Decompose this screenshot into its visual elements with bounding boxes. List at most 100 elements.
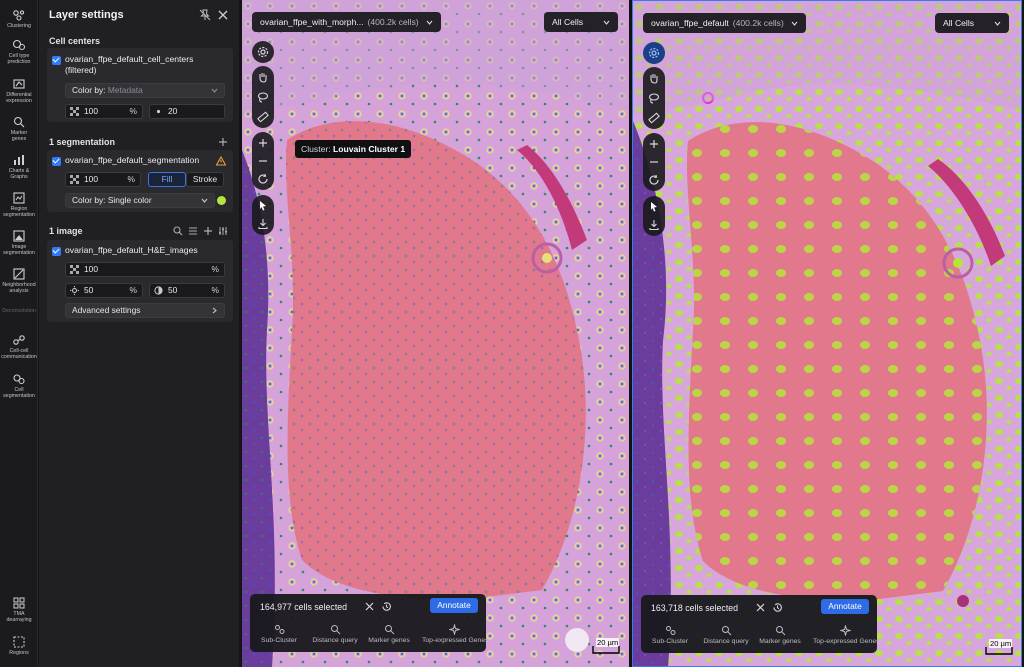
marker-genes-action[interactable]: Marker genes — [753, 625, 807, 645]
scale-bar-left: 20 µm — [592, 638, 620, 654]
analysis-tool-rail: Clustering Cell type prediction Differen… — [0, 0, 38, 667]
reset-view-button[interactable] — [252, 170, 274, 188]
rail-item-deconvolution: Deconvolution — [0, 308, 38, 314]
rail-item-neighborhood-analysis[interactable]: Neighborhood analysis — [0, 268, 38, 294]
dataset-name: ovarian_ffpe_default — [651, 18, 729, 28]
annotate-button[interactable]: Annotate — [821, 599, 869, 614]
cell-centers-color-by-select[interactable]: Color by: Metadata — [65, 83, 225, 98]
download-button[interactable] — [252, 215, 274, 233]
marker-genes-icon — [384, 625, 394, 635]
brightness-value: 50 — [84, 285, 94, 295]
zoom-in-button[interactable] — [643, 135, 665, 153]
right-viewer[interactable]: ovarian_ffpe_default (400.2k cells) All C… — [632, 0, 1022, 667]
zoom-out-button[interactable] — [252, 152, 274, 170]
sub-cluster-icon — [274, 625, 284, 634]
image-section-title: 1 image — [49, 226, 83, 236]
lasso-tool-button[interactable] — [643, 89, 665, 107]
sub-cluster-action[interactable]: Sub-Cluster — [643, 625, 697, 645]
distance-query-action[interactable]: Distance query — [699, 625, 753, 645]
rail-item-label: Charts & Graphs — [8, 168, 30, 180]
differential-expression-icon — [13, 79, 25, 89]
segmentation-color-by-select[interactable]: Color by: Single color — [65, 193, 215, 208]
rail-item-cell-type-prediction[interactable]: Cell type prediction — [0, 39, 38, 65]
lasso-tool-button[interactable] — [252, 88, 274, 106]
download-button[interactable] — [643, 216, 665, 234]
segmentation-visibility-checkbox[interactable] — [52, 157, 61, 166]
rail-item-image-segmentation[interactable]: Image segmentation — [0, 230, 38, 256]
layers-settings-button-left[interactable] — [252, 41, 274, 63]
image-brightness-input[interactable]: 50 % — [65, 283, 143, 298]
segmentation-color-swatch[interactable] — [217, 196, 226, 205]
tooltip-value: Louvain Cluster 1 — [333, 144, 406, 154]
top-expressed-genes-action[interactable]: Top-expressed Genes — [422, 624, 489, 644]
pan-tool-button[interactable] — [252, 68, 274, 86]
cell-filter-select-right[interactable]: All Cells — [935, 13, 1009, 33]
action-label: Sub-Cluster — [652, 638, 688, 645]
rail-item-cell-segmentation[interactable]: Cell segmentation — [0, 373, 38, 399]
rail-item-differential-expression[interactable]: Differential expression — [0, 78, 38, 104]
zoom-out-button[interactable] — [643, 153, 665, 171]
rail-item-cell-cell-communication[interactable]: Cell-cell communication — [0, 334, 38, 360]
cell-centers-visibility-checkbox[interactable] — [52, 56, 61, 65]
distance-query-action[interactable]: Distance query — [308, 624, 362, 644]
warning-icon[interactable] — [216, 156, 226, 166]
dataset-name: ovarian_ffpe_with_morph... — [260, 17, 364, 27]
sliders-icon[interactable] — [218, 226, 228, 236]
rail-item-tma-dearraying[interactable]: TMA dearraying — [0, 597, 38, 623]
cell-centers-opacity-input[interactable]: 100 % — [65, 104, 143, 119]
clear-selection-icon[interactable] — [365, 602, 374, 611]
sub-cluster-action[interactable]: Sub-Cluster — [252, 624, 306, 644]
pan-tool-button[interactable] — [643, 69, 665, 87]
advanced-settings-button[interactable]: Advanced settings — [65, 303, 225, 318]
rail-item-region-segmentation[interactable]: Region segmentation — [0, 192, 38, 218]
add-icon[interactable] — [203, 226, 213, 236]
image-contrast-input[interactable]: 50 % — [149, 283, 225, 298]
clear-selection-icon[interactable] — [756, 603, 765, 612]
fill-toggle[interactable]: Fill — [148, 172, 186, 187]
zoom-in-button[interactable] — [252, 134, 274, 152]
ruler-tool-button[interactable] — [252, 108, 274, 126]
top-expressed-genes-action[interactable]: Top-expressed Genes — [813, 625, 880, 645]
marker-genes-action[interactable]: Marker genes — [362, 624, 416, 644]
neighborhood-analysis-icon — [13, 268, 25, 280]
stroke-toggle[interactable]: Stroke — [186, 172, 224, 187]
cursor-icon — [260, 201, 266, 211]
chevron-down-icon — [201, 198, 208, 203]
dataset-selector-left[interactable]: ovarian_ffpe_with_morph... (400.2k cells) — [252, 12, 441, 32]
image-visibility-checkbox[interactable] — [52, 247, 61, 256]
point-size-value: 20 — [168, 106, 178, 116]
left-viewer[interactable]: ovarian_ffpe_with_morph... (400.2k cells)… — [242, 0, 629, 667]
search-icon[interactable] — [173, 226, 183, 236]
segmentation-opacity-input[interactable]: 100 % — [65, 172, 141, 187]
layers-settings-button-right[interactable] — [643, 42, 665, 64]
unpin-icon[interactable] — [199, 9, 211, 21]
reset-view-button[interactable] — [643, 171, 665, 189]
tissue-image-right[interactable] — [633, 1, 1022, 667]
rail-item-marker-genes[interactable]: Marker genes — [0, 116, 38, 142]
list-icon[interactable] — [188, 226, 198, 236]
brightness-icon — [70, 286, 79, 295]
pointer-tool-button[interactable] — [252, 197, 274, 215]
pointer-tool-button[interactable] — [643, 198, 665, 216]
action-label: Top-expressed Genes — [813, 638, 880, 645]
add-icon[interactable] — [218, 137, 228, 147]
close-icon[interactable] — [217, 9, 229, 21]
filter-value: All Cells — [552, 17, 584, 27]
rail-item-regions[interactable]: Regions — [0, 636, 38, 656]
history-icon[interactable] — [772, 602, 783, 613]
lasso-icon — [257, 92, 269, 103]
cell-centers-point-size-input[interactable]: 20 — [149, 104, 225, 119]
chevron-down-icon — [211, 88, 218, 93]
marker-genes-icon — [13, 116, 25, 128]
zoom-tools-right — [643, 133, 665, 191]
tissue-image-left[interactable] — [242, 0, 629, 667]
rail-item-label: Cell segmentation — [3, 387, 35, 399]
ruler-tool-button[interactable] — [643, 109, 665, 127]
history-icon[interactable] — [381, 601, 392, 612]
rail-item-charts-graphs[interactable]: Charts & Graphs — [0, 154, 38, 180]
cell-filter-select-left[interactable]: All Cells — [544, 12, 618, 32]
dataset-selector-right[interactable]: ovarian_ffpe_default (400.2k cells) — [643, 13, 806, 33]
image-opacity-input[interactable]: 100 % — [65, 262, 225, 277]
annotate-button[interactable]: Annotate — [430, 598, 478, 613]
rail-item-clustering[interactable]: Clustering — [0, 9, 38, 29]
